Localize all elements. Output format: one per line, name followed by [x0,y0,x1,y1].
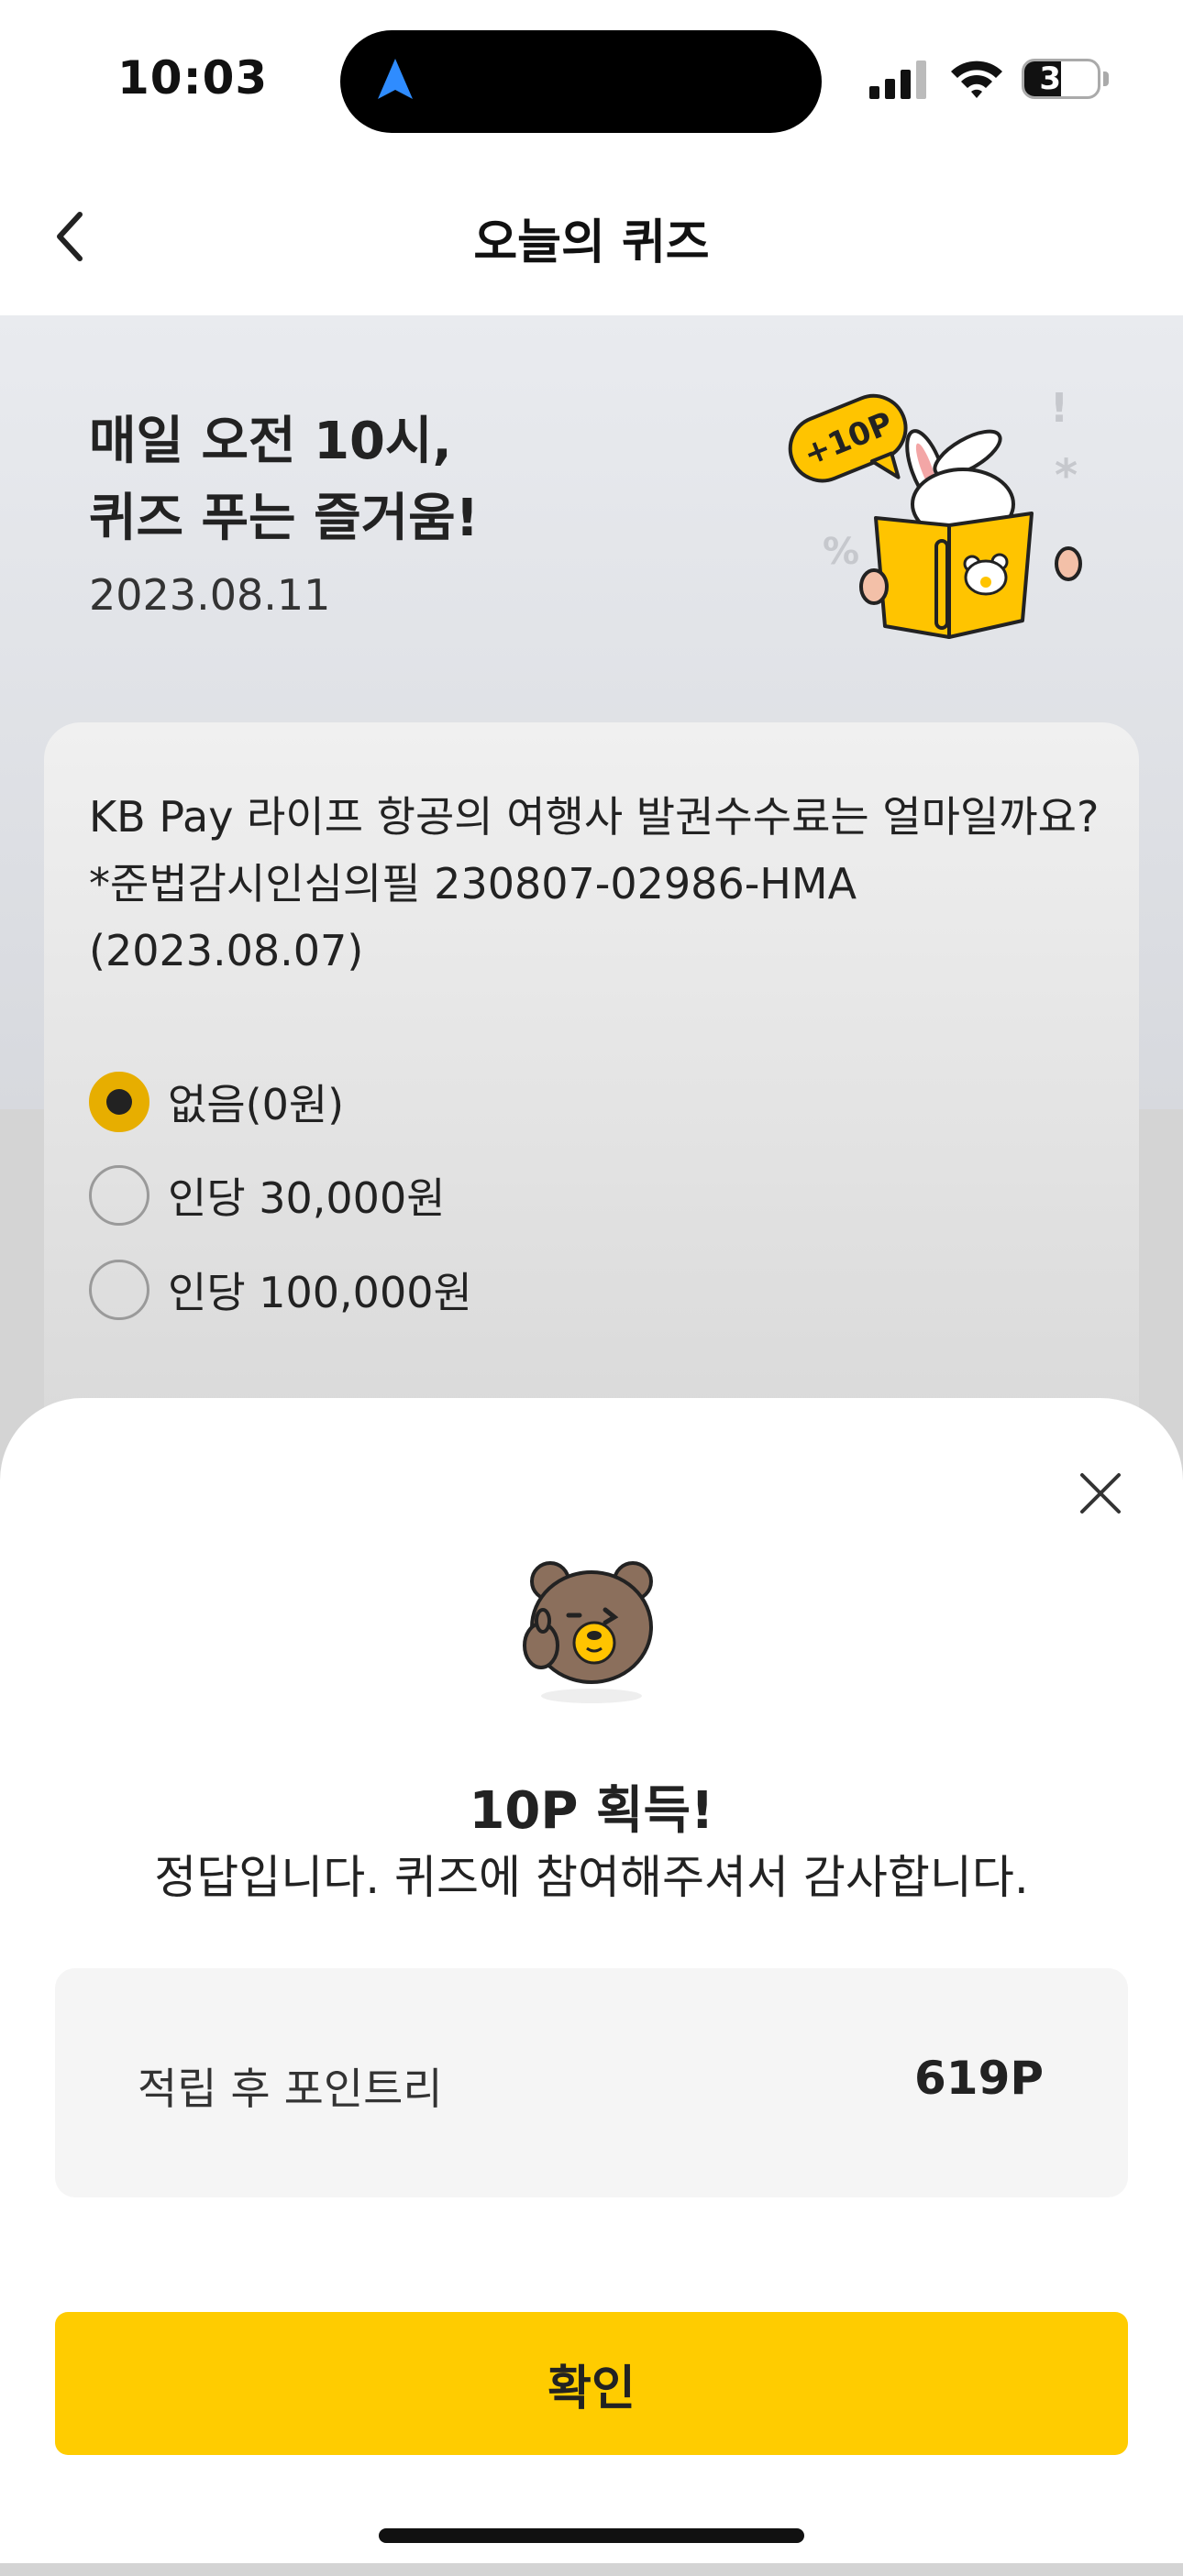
battery-percent: 39 [1039,61,1083,97]
option-label: 인당 30,000원 [168,1173,446,1223]
quiz-option-2[interactable]: 인당 30,000원 [89,1163,446,1227]
question-line3: (2023.08.07) [89,926,364,975]
result-message: 정답입니다. 퀴즈에 참여해주셔서 감사합니다. [154,1851,1029,1904]
points-label: 적립 후 포인트리 [138,2064,443,2115]
result-title: 10P 획득! [469,1781,714,1841]
question-line1: KB Pay 라이프 항공의 여행사 발권수수료는 얼마일까요? [89,792,1100,842]
status-time: 10:03 [117,51,269,105]
navigation-arrow-icon [378,59,413,99]
page-title: 오늘의 퀴즈 [473,215,710,270]
option-label: 없음(0원) [168,1080,345,1129]
bear-thumbs-up-icon [523,1561,653,1703]
svg-text:*: * [1055,450,1078,501]
option-label: 인당 100,000원 [168,1268,472,1317]
home-indicator[interactable] [379,2528,804,2543]
question-line2: *준법감시인심의필 230807-02986-HMA [89,859,857,908]
svg-text:%: % [823,531,859,573]
hero-title-line1: 매일 오전 10시, [89,412,452,471]
radio-dot [106,1089,132,1115]
hero-title-line2: 퀴즈 푸는 즐거움! [89,489,480,548]
wifi-icon [951,61,1002,98]
quiz-question: KB Pay 라이프 항공의 여행사 발권수수료는 얼마일까요? *준법감시인심… [89,784,1116,985]
points-value: 619P [913,2052,1044,2105]
radio-button[interactable] [89,1165,149,1226]
hero-title: 매일 오전 10시, 퀴즈 푸는 즐거움! [89,403,731,557]
confirm-button[interactable]: 확인 [55,2312,1128,2455]
radio-button-selected[interactable] [89,1072,149,1132]
quiz-date: 2023.08.11 [89,570,331,620]
svg-text:!: ! [1050,385,1068,432]
rabbit-reading-book-illustration: +10P ! * % [788,385,1082,639]
quiz-option-3[interactable]: 인당 100,000원 [89,1258,472,1322]
radio-button[interactable] [89,1260,149,1320]
battery-nub [1103,72,1109,86]
quiz-option-1[interactable]: 없음(0원) [89,1070,344,1134]
close-icon[interactable] [1078,1471,1122,1515]
cellular-signal-icon [869,61,926,99]
